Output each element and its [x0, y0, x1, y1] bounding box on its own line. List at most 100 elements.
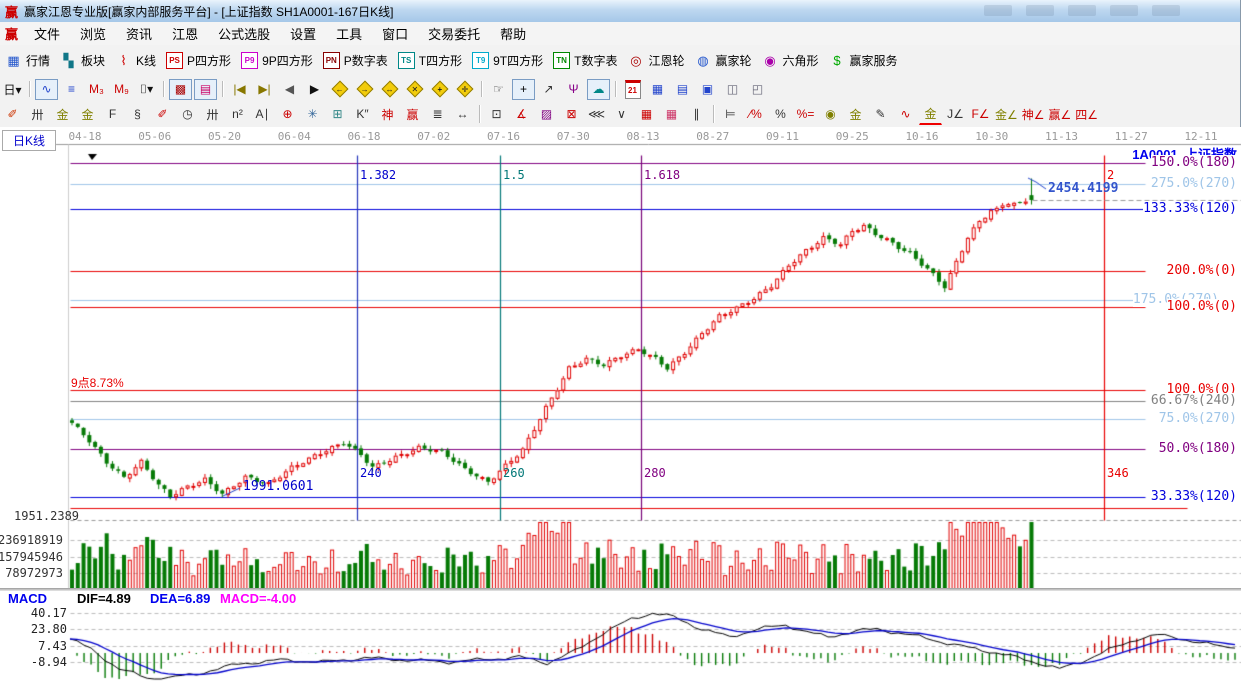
wave-3-tool-button[interactable]: M₃	[85, 79, 108, 100]
hand-tool-button[interactable]: ☞	[487, 79, 510, 100]
wave-cloud-tool-button[interactable]: ☁	[587, 78, 610, 100]
fib-ruler-button[interactable]: F	[101, 104, 124, 125]
winner-wheel-button[interactable]: ◍ 赢家轮	[689, 47, 756, 76]
last-page-button[interactable]: ▶|	[253, 79, 276, 100]
info-list-button[interactable]: ≡	[60, 79, 83, 100]
spiral-tool-button[interactable]: §	[126, 104, 149, 125]
9t-square-button[interactable]: T9 9T四方形	[467, 47, 548, 76]
percent-levels-button[interactable]: %=	[794, 104, 817, 125]
circle-cross-button[interactable]: ⊕	[276, 104, 299, 125]
menu-tools[interactable]: 工具	[326, 22, 372, 45]
price-grid-arrow-button[interactable]: ▦	[660, 104, 683, 125]
angle-measure-button[interactable]: A∣	[251, 104, 274, 125]
quotes-button[interactable]: ▦ 行情	[0, 47, 55, 76]
menu-formula-picker[interactable]: 公式选股	[208, 22, 280, 45]
candle-style-dropdown-button[interactable]: ⌷▾	[135, 79, 158, 100]
parallel-lines-button[interactable]: ∥	[685, 104, 708, 125]
calculator-button[interactable]: ▦	[646, 79, 669, 100]
t-number-table-button[interactable]: TN T数字表	[548, 47, 622, 76]
menu-gann[interactable]: 江恩	[162, 22, 208, 45]
p-number-table-button[interactable]: PN P数字表	[318, 47, 393, 76]
star-circle-button[interactable]: ✳	[301, 104, 324, 125]
four-angle-line-button[interactable]: 四∠	[1074, 104, 1099, 125]
t-square-button[interactable]: TS T四方形	[393, 47, 467, 76]
pencil-annotate-button[interactable]: ✎	[869, 104, 892, 125]
k-measure-button[interactable]: K″	[351, 104, 374, 125]
kline-icon: ⌇	[120, 52, 127, 68]
v-waves-button[interactable]: ∨	[610, 104, 633, 125]
shen-angle-line-button[interactable]: 神∠	[1021, 104, 1046, 125]
chip-distribution-button[interactable]: ▩	[169, 78, 192, 100]
gold-level-line-button[interactable]: 金	[844, 104, 867, 125]
menu-file[interactable]: 文件	[24, 22, 70, 45]
trendline-tool-button[interactable]: ↗	[537, 79, 560, 100]
menu-browse[interactable]: 浏览	[70, 22, 116, 45]
menu-window[interactable]: 窗口	[372, 22, 418, 45]
shen-tool-button[interactable]: 神	[376, 104, 399, 125]
pane-divider[interactable]	[0, 588, 1241, 591]
red-marker-button[interactable]: ✐	[151, 104, 174, 125]
period-day-dropdown-button[interactable]: 日▾	[1, 79, 24, 100]
compress-h-diamond-button[interactable]: ✕	[403, 79, 426, 100]
remote-client-button[interactable]: ◰	[746, 79, 769, 100]
gann-wheel-button[interactable]: ◎ 江恩轮	[622, 47, 689, 76]
grid-dots-button[interactable]: ⊞	[326, 104, 349, 125]
gold-ratio-lines-button[interactable]: 金	[51, 104, 74, 125]
9p-square-button[interactable]: P9 9P四方形	[236, 47, 318, 76]
price-volume-bars-button[interactable]: ▤	[194, 78, 217, 100]
expand-h-diamond-button[interactable]: ↔	[378, 79, 401, 100]
shen-tool-icon: 神	[381, 107, 394, 122]
wave-9-tool-button[interactable]: M₉	[110, 79, 133, 100]
gold-angle-line-button[interactable]: 金∠	[994, 104, 1019, 125]
gold-angle-selected-button[interactable]: 金	[919, 103, 942, 125]
menu-news[interactable]: 资讯	[116, 22, 162, 45]
time-clock-button[interactable]: ◷	[176, 104, 199, 125]
n-square-tool-button[interactable]: n²	[226, 104, 249, 125]
sectors-button[interactable]: ▚ 板块	[55, 47, 110, 76]
shift-left-diamond-button[interactable]: ←	[328, 79, 351, 100]
fan-box-button[interactable]: ▨	[535, 104, 558, 125]
menu-help[interactable]: 帮助	[490, 22, 536, 45]
price-ruler-button[interactable]: 卅	[201, 104, 224, 125]
gann-fan-button[interactable]: ∡	[510, 104, 533, 125]
next-page-button[interactable]: ▶	[303, 79, 326, 100]
first-page-button[interactable]: |◀	[228, 79, 251, 100]
price-grid-button[interactable]: ▦	[635, 104, 658, 125]
menu-settings[interactable]: 设置	[280, 22, 326, 45]
gann-grid-tool-button[interactable]: Ψ	[562, 79, 585, 100]
percent-tool-icon: %	[775, 107, 786, 121]
four-angle-line-icon: 四∠	[1075, 107, 1099, 122]
send-network-button[interactable]: ◫	[721, 79, 744, 100]
calendar-button[interactable]: 21	[621, 79, 644, 100]
zoom-all-diamond-button[interactable]: +	[428, 79, 451, 100]
hexagon-button[interactable]: ◉ 六角形	[757, 47, 824, 76]
prev-page-button[interactable]: ◀	[278, 79, 301, 100]
gold-ratio-lines-2-button[interactable]: 金	[76, 104, 99, 125]
ray-lines-button[interactable]: ⋘	[585, 104, 608, 125]
ying-angle-line-button[interactable]: 赢∠	[1048, 104, 1073, 125]
percent-line-button[interactable]: ∕%	[744, 104, 767, 125]
ruler-123-button[interactable]: ≣	[426, 104, 449, 125]
gann-line-pencil-button[interactable]: ✐	[1, 104, 24, 125]
percent-tool-button[interactable]: %	[769, 104, 792, 125]
kline-button[interactable]: ⌇ K线	[110, 47, 161, 76]
span-measure-button[interactable]: ↔	[451, 104, 474, 125]
save-button[interactable]: ▣	[696, 79, 719, 100]
menu-trade[interactable]: 交易委托	[418, 22, 490, 45]
notes-button[interactable]: ▤	[671, 79, 694, 100]
cross-box-button[interactable]: ⊠	[560, 104, 583, 125]
gold-circle-button[interactable]: ◉	[819, 104, 842, 125]
rect-tool-button[interactable]: ⊡	[485, 104, 508, 125]
pan-free-diamond-button[interactable]: ✛	[453, 79, 476, 100]
p-square-button[interactable]: PS P四方形	[161, 47, 236, 76]
j-angle-line-button[interactable]: J∠	[944, 104, 967, 125]
shift-right-diamond-button[interactable]: →	[353, 79, 376, 100]
trend-curve-tool-button[interactable]: ∿	[35, 78, 58, 100]
crosshair-tool-button[interactable]: +	[512, 78, 535, 100]
f-angle-line-button[interactable]: F∠	[969, 104, 992, 125]
time-ruler-button[interactable]: 卅	[26, 104, 49, 125]
measure-scale-button[interactable]: ⊨	[719, 104, 742, 125]
winner-service-button[interactable]: $ 赢家服务	[824, 47, 903, 76]
wave-percent-button[interactable]: ∿	[894, 104, 917, 125]
ying-tool-button[interactable]: 赢	[401, 104, 424, 125]
